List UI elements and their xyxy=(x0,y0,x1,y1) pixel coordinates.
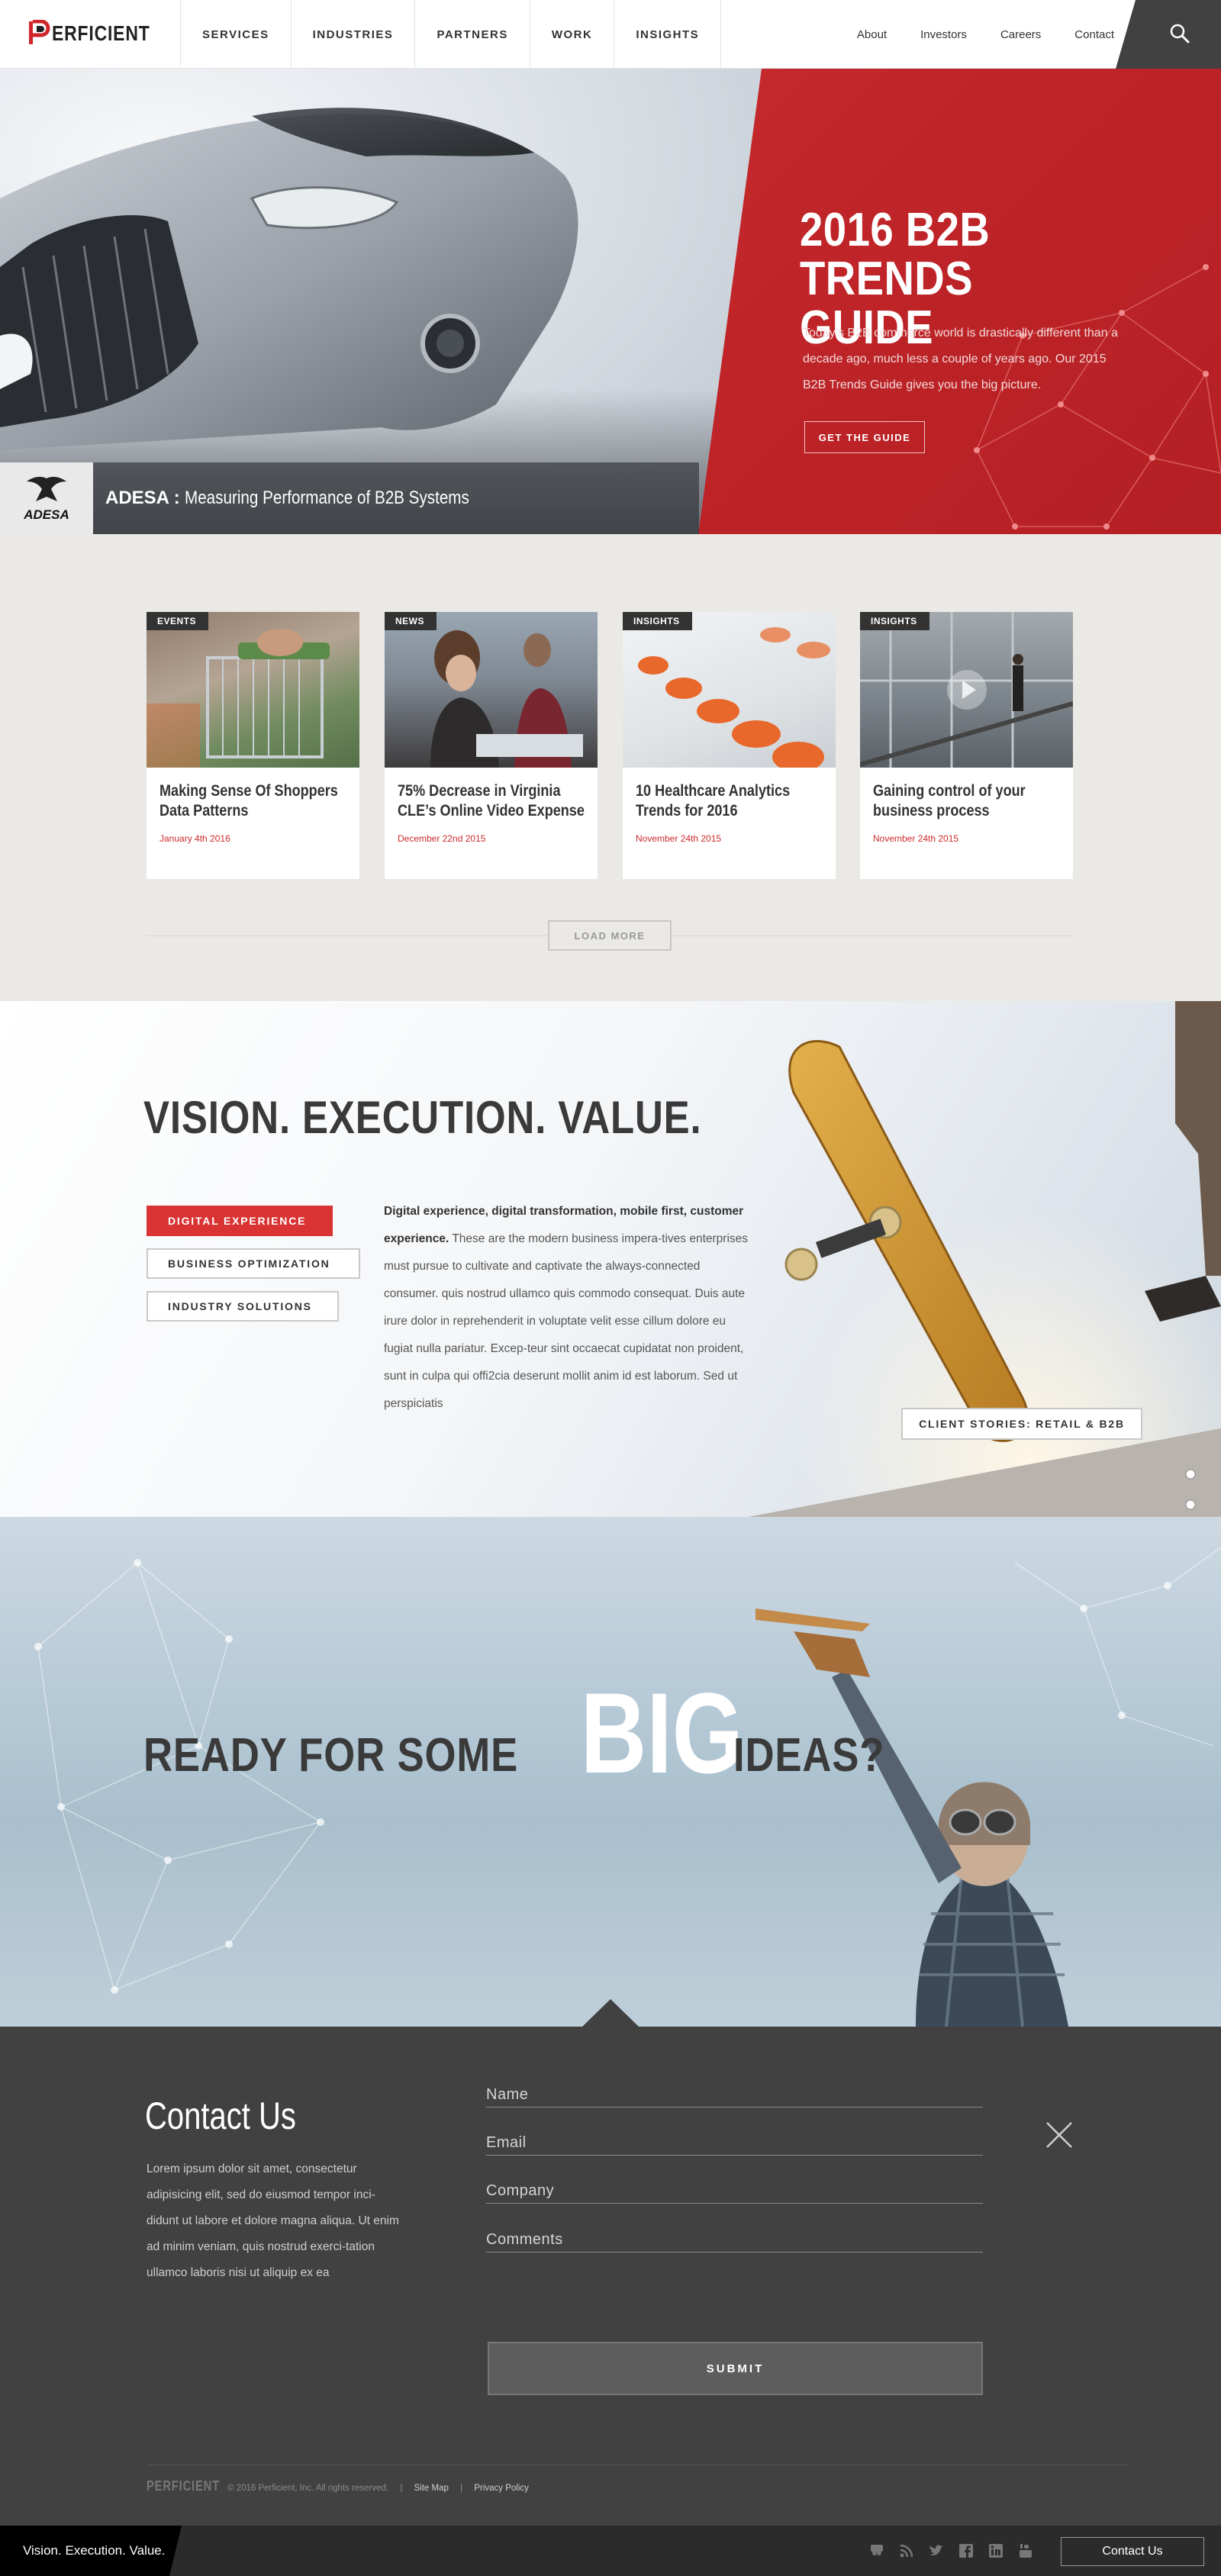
card-insights-healthcare[interactable]: INSIGHTS 10 Healthcare Analytics Trends … xyxy=(623,612,836,879)
bottom-bar: Vision. Execution. Value. Contact Us xyxy=(0,2526,1221,2576)
big-ideas-section: READY FOR SOME BIG IDEAS? xyxy=(0,1517,1221,2027)
logo-p-icon xyxy=(29,20,50,44)
adesa-logo[interactable]: ADESA xyxy=(0,462,93,534)
copyright-text: © 2016 Perficient, Inc. All rights reser… xyxy=(227,2484,389,2493)
hero-title-line1: 2016 B2B xyxy=(800,204,991,256)
separator: | xyxy=(460,2484,463,2493)
site-header: ERFICIENT SERVICES INDUSTRIES PARTNERS W… xyxy=(0,0,1221,69)
site-map-link[interactable]: Site Map xyxy=(414,2484,449,2493)
card-image-business-video: INSIGHTS xyxy=(860,612,1073,768)
hero-caption[interactable]: ADESA : Measuring Performance of B2B Sys… xyxy=(93,462,699,534)
card-tag: INSIGHTS xyxy=(860,612,929,630)
hero-description: Today’s B2B commerce world is drasticall… xyxy=(803,327,1118,391)
card-title[interactable]: Gaining control of your business process xyxy=(873,781,1063,821)
ideas-after: IDEAS? xyxy=(733,1729,884,1782)
adesa-eagle-icon xyxy=(27,476,66,501)
footer-legal: © 2016 Perficient, Inc. All rights reser… xyxy=(227,2484,529,2493)
contact-us-button[interactable]: Contact Us xyxy=(1061,2537,1204,2566)
main-nav: SERVICES INDUSTRIES PARTNERS WORK INSIGH… xyxy=(180,0,722,69)
nav-services[interactable]: SERVICES xyxy=(180,0,291,69)
close-icon[interactable] xyxy=(1042,2118,1076,2152)
digital-experience-button[interactable]: DIGITAL EXPERIENCE xyxy=(147,1206,333,1236)
shopping-cart-illustration xyxy=(147,629,330,768)
card-tag: EVENTS xyxy=(147,612,209,630)
privacy-policy-link[interactable]: Privacy Policy xyxy=(474,2484,529,2493)
linkedin-icon[interactable] xyxy=(987,2542,1004,2559)
card-date: November 24th 2015 xyxy=(636,833,722,844)
nav-contact[interactable]: Contact xyxy=(1074,28,1114,41)
footer-logo[interactable]: PERFICIENT xyxy=(147,2478,220,2494)
contact-text: Lorem ipsum dolor sit amet, consectetur … xyxy=(147,2162,399,2279)
card-events[interactable]: EVENTS Making Sense Of Shoppers Data Pat… xyxy=(147,612,359,879)
play-icon[interactable] xyxy=(946,668,988,711)
facebook-icon[interactable] xyxy=(958,2542,975,2559)
rss-icon[interactable] xyxy=(898,2542,915,2559)
card-tag: NEWS xyxy=(385,612,437,630)
card-image-pills: INSIGHTS xyxy=(623,612,836,768)
card-news[interactable]: NEWS 75% Decrease in Virginia CLE’s Onli… xyxy=(385,612,598,879)
card-image-students: NEWS xyxy=(385,612,598,768)
industry-solutions-button[interactable]: INDUSTRY SOLUTIONS xyxy=(147,1291,339,1322)
caption-brand: ADESA : xyxy=(105,488,180,508)
section-notch xyxy=(582,1999,639,2027)
company-field[interactable]: Company xyxy=(486,2181,983,2204)
load-more-button[interactable]: LOAD MORE xyxy=(548,920,672,951)
adesa-logo-text: ADESA xyxy=(24,507,69,522)
social-links xyxy=(868,2542,1047,2559)
perficient-logo[interactable]: ERFICIENT xyxy=(29,18,172,49)
card-title[interactable]: Making Sense Of Shoppers Data Patterns xyxy=(159,781,350,821)
nav-partners[interactable]: PARTNERS xyxy=(414,0,529,69)
bottom-tagline: Vision. Execution. Value. xyxy=(0,2526,182,2576)
ideas-before: READY FOR SOME xyxy=(143,1729,519,1782)
submit-button[interactable]: SUBMIT xyxy=(488,2342,983,2395)
card-tag: INSIGHTS xyxy=(623,612,692,630)
vision-paragraph-text: These are the modern business impera-tiv… xyxy=(384,1232,749,1410)
name-field[interactable]: Name xyxy=(486,2085,983,2107)
twitter-icon[interactable] xyxy=(928,2542,945,2559)
get-the-guide-button[interactable]: GET THE GUIDE xyxy=(804,421,925,453)
card-date: January 4th 2016 xyxy=(159,833,230,844)
card-image-shopping-cart: EVENTS xyxy=(147,612,359,768)
client-stories-button[interactable]: CLIENT STORIES: RETAIL & B2B xyxy=(901,1408,1142,1440)
comments-field[interactable]: Comments xyxy=(486,2230,983,2252)
separator: | xyxy=(400,2484,403,2493)
nav-work[interactable]: WORK xyxy=(529,0,614,69)
car-image xyxy=(0,108,578,450)
card-date: December 22nd 2015 xyxy=(398,833,486,844)
search-icon xyxy=(1170,24,1190,43)
contact-section: Contact Us Lorem ipsum dolor sit amet, c… xyxy=(0,1999,1221,2526)
search-button[interactable] xyxy=(1116,0,1221,69)
caption-text: Measuring Performance of B2B Systems xyxy=(184,488,469,508)
vision-paragraph: Digital experience, digital transformati… xyxy=(384,1198,750,1418)
vision-section: VISION. EXECUTION. VALUE. DIGITAL EXPERI… xyxy=(0,1001,1221,1517)
ideas-big: BIG xyxy=(580,1669,743,1797)
youtube-icon[interactable] xyxy=(1017,2542,1034,2559)
pills-illustration xyxy=(638,627,830,768)
nav-careers[interactable]: Careers xyxy=(1000,28,1041,41)
card-title[interactable]: 10 Healthcare Analytics Trends for 2016 xyxy=(636,781,826,821)
nav-industries[interactable]: INDUSTRIES xyxy=(290,0,415,69)
big-ideas-heading: READY FOR SOME BIG IDEAS? xyxy=(143,1669,911,1797)
hero-banner: 2016 B2B TRENDS GUIDE Today’s B2B commer… xyxy=(0,69,1221,534)
logo-text: ERFICIENT xyxy=(52,21,150,45)
nav-about[interactable]: About xyxy=(857,28,887,41)
business-optimization-button[interactable]: BUSINESS OPTIMIZATION xyxy=(147,1248,360,1279)
contact-heading: Contact Us xyxy=(145,2095,296,2137)
nav-investors[interactable]: Investors xyxy=(920,28,967,41)
card-title[interactable]: 75% Decrease in Virginia CLE’s Online Vi… xyxy=(398,781,588,821)
students-illustration xyxy=(430,630,583,768)
utility-nav: About Investors Careers Contact xyxy=(823,0,1114,69)
slideshare-icon[interactable] xyxy=(868,2542,885,2559)
email-field[interactable]: Email xyxy=(486,2133,983,2156)
nav-insights[interactable]: INSIGHTS xyxy=(614,0,722,69)
news-cards-section: EVENTS Making Sense Of Shoppers Data Pat… xyxy=(0,534,1221,1001)
card-date: November 24th 2015 xyxy=(873,833,959,844)
vision-heading: VISION. EXECUTION. VALUE. xyxy=(143,1092,702,1143)
card-insights-business[interactable]: INSIGHTS Gaining control of your busines… xyxy=(860,612,1073,879)
